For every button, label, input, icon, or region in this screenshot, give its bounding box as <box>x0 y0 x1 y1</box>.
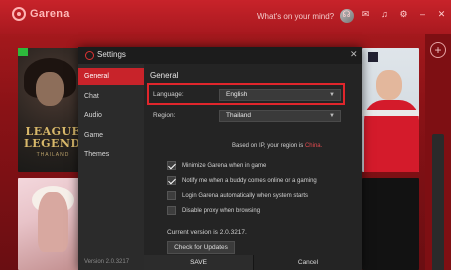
current-version: Current version is 2.0.3217. <box>167 229 247 236</box>
status-text[interactable]: What's on your mind? <box>257 12 334 21</box>
checkbox-box[interactable] <box>167 206 176 215</box>
garena-logo-icon <box>12 7 26 21</box>
language-value: English <box>226 91 248 98</box>
top-toolbar: ☊ ✉ ♫ ⚙ – ✕ <box>341 9 447 20</box>
checkbox-notify-buddy[interactable]: Notify me when a buddy comes online or a… <box>167 176 317 185</box>
save-button[interactable]: SAVE <box>144 255 253 270</box>
minimize-icon[interactable]: – <box>417 9 428 20</box>
checkbox-auto-login[interactable]: Login Garena automatically when system s… <box>167 191 308 200</box>
game-card-football[interactable] <box>362 48 419 172</box>
section-heading: General <box>150 71 179 80</box>
region-label: Region: <box>153 112 176 119</box>
brand[interactable]: Garena <box>12 7 70 21</box>
sidebar-item-general[interactable]: General <box>78 68 144 85</box>
ip-note-text: Based on IP, your region is <box>232 143 305 149</box>
brand-name: Garena <box>30 8 70 20</box>
settings-main: General Language: English ▼ Region: Thai… <box>144 64 362 270</box>
region-value: Thailand <box>226 112 251 119</box>
green-accent <box>18 48 28 56</box>
close-icon[interactable]: ✕ <box>436 9 447 20</box>
chevron-down-icon: ▼ <box>329 92 335 98</box>
check-updates-button[interactable]: Check for Updates <box>167 241 235 254</box>
sidebar-item-chat[interactable]: Chat <box>78 88 144 105</box>
lol-subtitle: THAILAND <box>36 152 70 158</box>
add-button[interactable]: + <box>430 42 446 58</box>
checkbox-box[interactable] <box>167 161 176 170</box>
shirt-stripe <box>362 110 419 116</box>
dialog-titlebar[interactable]: Settings ✕ <box>78 47 362 64</box>
game-card-dark[interactable] <box>362 178 419 270</box>
user-status-area[interactable]: What's on your mind? <box>257 9 355 23</box>
dialog-footer: SAVE Cancel <box>144 255 362 270</box>
settings-dialog: Settings ✕ General Chat Audio Game Theme… <box>78 47 362 270</box>
club-badge-icon <box>368 52 378 62</box>
ip-country: China. <box>304 143 323 149</box>
checkbox-box[interactable] <box>167 191 176 200</box>
chat-bubble-icon[interactable]: ✉ <box>360 9 371 20</box>
version-text: Version 2.0.3217 <box>84 259 130 265</box>
dialog-title: Settings <box>97 50 126 59</box>
language-label: Language: <box>153 91 184 98</box>
checkbox-disable-proxy[interactable]: Disable proxy when browsing <box>167 206 260 215</box>
champion-face <box>36 72 64 106</box>
app-topbar: Garena What's on your mind? ☊ ✉ ♫ ⚙ – ✕ <box>0 0 451 34</box>
garena-logo-icon <box>85 51 94 60</box>
checkbox-label: Notify me when a buddy comes online or a… <box>182 177 317 184</box>
gear-icon[interactable]: ⚙ <box>398 9 409 20</box>
checkbox-label: Disable proxy when browsing <box>182 207 261 214</box>
game-card-lol[interactable]: LEAGUE LEGENDS THAILAND <box>18 48 82 172</box>
scrollbar[interactable] <box>432 134 444 270</box>
bell-icon[interactable]: ♫ <box>379 9 390 20</box>
headset-icon[interactable]: ☊ <box>341 9 352 20</box>
sidebar-item-game[interactable]: Game <box>78 127 144 144</box>
checkbox-label: Minimize Garena when in game <box>182 162 267 169</box>
dialog-close-icon[interactable]: ✕ <box>350 49 358 60</box>
checkbox-box[interactable] <box>167 176 176 185</box>
settings-sidebar: General Chat Audio Game Themes Version 2… <box>78 64 144 270</box>
chevron-down-icon: ▼ <box>329 113 335 119</box>
checkbox-label: Login Garena automatically when system s… <box>182 192 309 199</box>
region-dropdown[interactable]: Thailand ▼ <box>219 110 341 122</box>
language-dropdown[interactable]: English ▼ <box>219 89 341 101</box>
game-card-anime[interactable] <box>18 178 82 270</box>
ip-region-note: Based on IP, your region is China. <box>232 143 322 149</box>
player-head <box>376 70 402 100</box>
right-rail: + <box>425 34 451 270</box>
checkbox-minimize[interactable]: Minimize Garena when in game <box>167 161 266 170</box>
cancel-button[interactable]: Cancel <box>253 255 362 270</box>
sidebar-item-themes[interactable]: Themes <box>78 146 144 163</box>
sidebar-item-audio[interactable]: Audio <box>78 107 144 124</box>
lol-title: LEAGUE LEGENDS <box>24 125 82 150</box>
anime-figure <box>38 192 68 252</box>
